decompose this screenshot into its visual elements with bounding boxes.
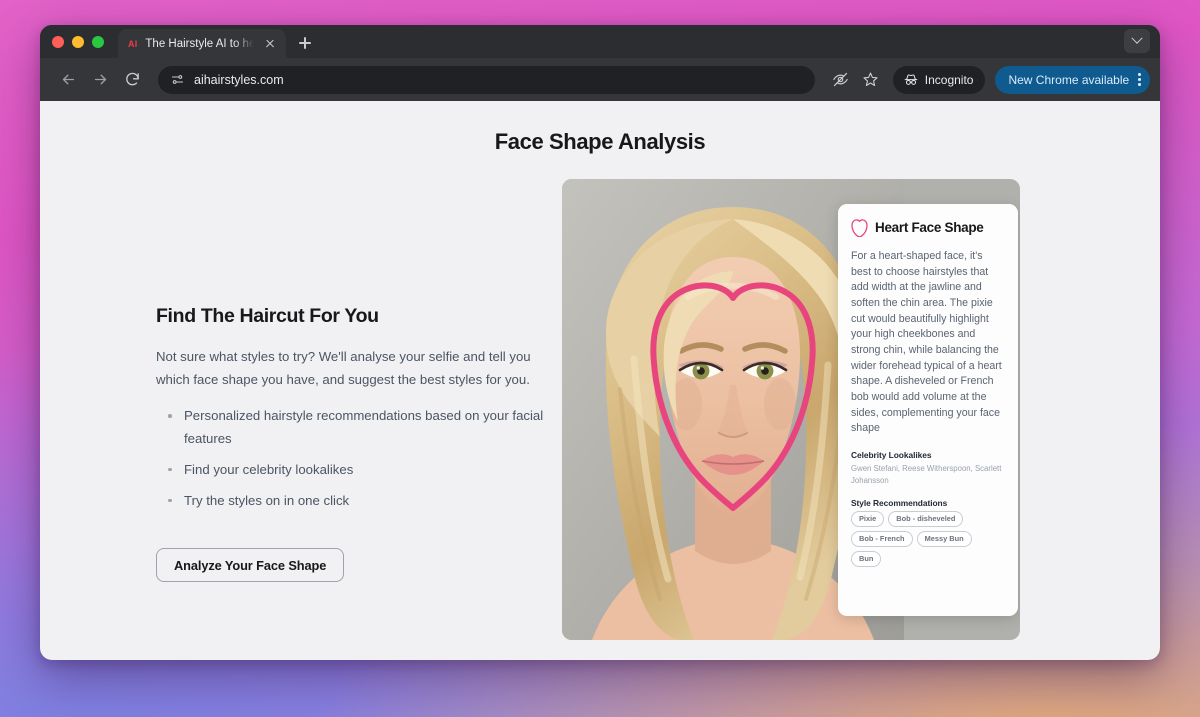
address-bar[interactable]: aihairstyles.com xyxy=(158,65,815,94)
result-panel: Heart Face Shape For a heart-shaped face… xyxy=(562,179,1020,640)
tab-favicon-ai-icon: AI xyxy=(128,38,138,49)
incognito-label: Incognito xyxy=(924,72,974,87)
style-chip[interactable]: Pixie xyxy=(851,511,885,528)
celebrity-lookalikes-title: Celebrity Lookalikes xyxy=(851,450,932,461)
hero-lede: Not sure what styles to try? We'll analy… xyxy=(156,349,531,387)
browser-toolbar: aihairstyles.com Incognito New Chrome av… xyxy=(40,58,1160,101)
page-title: Face Shape Analysis xyxy=(494,129,706,154)
celebrity-lookalikes-value: Gwen Stefani, Reese Witherspoon, Scarlet… xyxy=(851,464,1002,485)
tab-search-button[interactable] xyxy=(1124,29,1150,53)
reload-button[interactable] xyxy=(118,66,146,94)
heart-face-icon xyxy=(851,219,868,237)
style-chip[interactable]: Bob - French xyxy=(851,531,913,548)
bookmark-button[interactable] xyxy=(857,66,885,94)
reload-icon xyxy=(125,72,139,86)
analyze-face-shape-button[interactable]: Analyze Your Face Shape xyxy=(156,548,345,583)
card-header: Heart Face Shape xyxy=(851,218,1005,237)
style-chip[interactable]: Bun xyxy=(851,551,882,568)
hero-headline: Find The Haircut For You xyxy=(156,305,379,327)
chevron-down-icon xyxy=(1131,32,1143,44)
face-shape-info-card: Heart Face Shape For a heart-shaped face… xyxy=(838,204,1018,616)
chrome-menu-icon[interactable] xyxy=(1136,73,1141,86)
close-tab-icon[interactable] xyxy=(262,36,278,52)
forward-button[interactable] xyxy=(86,66,114,94)
style-recommendations-chips: Pixie Bob - disheveled Bob - French Mess… xyxy=(851,511,1005,568)
incognito-icon xyxy=(904,74,918,85)
star-icon xyxy=(863,72,878,87)
tab-strip: AI The Hairstyle AI to help you fi xyxy=(40,25,1160,58)
face-shape-description: For a heart-shaped face, it's best to ch… xyxy=(851,250,1002,435)
hero-copy: Find The Haircut For You Not sure what s… xyxy=(40,179,560,583)
new-tab-button[interactable] xyxy=(292,30,318,56)
site-settings-icon[interactable] xyxy=(170,72,185,87)
hero-section: Find The Haircut For You Not sure what s… xyxy=(40,179,1160,640)
analysis-result: Heart Face Shape For a heart-shaped face… xyxy=(562,179,1020,640)
close-window-button[interactable] xyxy=(52,35,64,48)
arrow-left-icon xyxy=(62,74,74,85)
face-shape-title: Heart Face Shape xyxy=(875,220,984,235)
list-item: Try the styles on in one click xyxy=(156,490,560,513)
arrow-right-icon xyxy=(94,74,106,85)
style-recommendations-title: Style Recommendations xyxy=(851,498,948,509)
maximize-window-button[interactable] xyxy=(92,35,104,48)
list-item: Personalized hairstyle recommendations b… xyxy=(156,405,560,450)
toolbar-actions: Incognito New Chrome available xyxy=(827,65,1150,94)
eye-off-icon xyxy=(833,72,849,87)
feature-list: Personalized hairstyle recommendations b… xyxy=(156,405,560,512)
tab-title: The Hairstyle AI to help you fi xyxy=(145,37,254,50)
chrome-update-label: New Chrome available xyxy=(1008,72,1130,87)
chrome-update-button[interactable]: New Chrome available xyxy=(995,65,1150,94)
page-viewport: Face Shape Analysis Find The Haircut For… xyxy=(40,101,1160,660)
browser-window: AI The Hairstyle AI to help you fi xyxy=(40,25,1160,660)
address-bar-url: aihairstyles.com xyxy=(194,72,284,87)
incognito-indicator[interactable]: Incognito xyxy=(892,65,986,94)
browser-tab[interactable]: AI The Hairstyle AI to help you fi xyxy=(118,29,286,58)
back-button[interactable] xyxy=(54,66,82,94)
tracking-protection-button[interactable] xyxy=(827,66,855,94)
style-chip[interactable]: Bob - disheveled xyxy=(888,511,964,528)
minimize-window-button[interactable] xyxy=(72,35,84,48)
window-controls xyxy=(52,25,118,58)
style-chip[interactable]: Messy Bun xyxy=(916,531,972,548)
list-item: Find your celebrity lookalikes xyxy=(156,459,560,482)
